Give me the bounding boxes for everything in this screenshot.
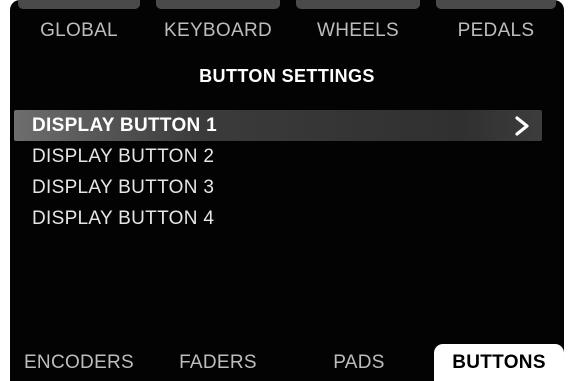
button-list: DISPLAY BUTTON 1 DISPLAY BUTTON 2 DISPLA… [10, 110, 564, 234]
list-item-display-button-3[interactable]: DISPLAY BUTTON 3 [10, 172, 564, 203]
tab-keyboard[interactable]: KEYBOARD [148, 0, 288, 50]
list-item-label: DISPLAY BUTTON 3 [32, 177, 215, 198]
list-item-label: DISPLAY BUTTON 2 [32, 146, 215, 167]
tab-label: KEYBOARD [164, 20, 272, 41]
tab-label: FADERS [179, 352, 257, 373]
list-item-label: DISPLAY BUTTON 4 [32, 208, 215, 229]
list-item-display-button-4[interactable]: DISPLAY BUTTON 4 [10, 203, 564, 234]
chevron-right-icon [515, 116, 529, 136]
list-item-display-button-1[interactable]: DISPLAY BUTTON 1 [14, 110, 542, 141]
tab-indicator [156, 0, 280, 9]
tab-faders[interactable]: FADERS [148, 344, 288, 381]
tab-label: WHEELS [316, 20, 400, 41]
tab-indicator [436, 0, 556, 9]
top-tab-bar: GLOBAL KEYBOARD WHEELS PEDALS [10, 0, 564, 50]
tab-indicator [18, 0, 140, 9]
list-item-display-button-2[interactable]: DISPLAY BUTTON 2 [10, 141, 564, 172]
tab-label: BUTTONS [452, 352, 546, 373]
tab-pads[interactable]: PADS [288, 344, 430, 381]
device-screen: GLOBAL KEYBOARD WHEELS PEDALS BUTTON SET… [10, 0, 564, 381]
tab-label: GLOBAL [40, 20, 118, 41]
tab-global[interactable]: GLOBAL [10, 0, 148, 50]
tab-label: PADS [333, 352, 385, 373]
tab-buttons[interactable]: BUTTONS [434, 344, 564, 381]
tab-label: ENCODERS [23, 352, 135, 373]
bottom-tab-bar: ENCODERS FADERS PADS BUTTONS [10, 344, 564, 381]
tab-encoders[interactable]: ENCODERS [10, 344, 148, 381]
tab-pedals[interactable]: PEDALS [428, 0, 564, 50]
tab-label: PEDALS [457, 20, 535, 41]
list-item-label: DISPLAY BUTTON 1 [32, 115, 217, 136]
page-title: BUTTON SETTINGS [199, 66, 375, 86]
tab-indicator [296, 0, 420, 9]
tab-wheels[interactable]: WHEELS [288, 0, 428, 50]
